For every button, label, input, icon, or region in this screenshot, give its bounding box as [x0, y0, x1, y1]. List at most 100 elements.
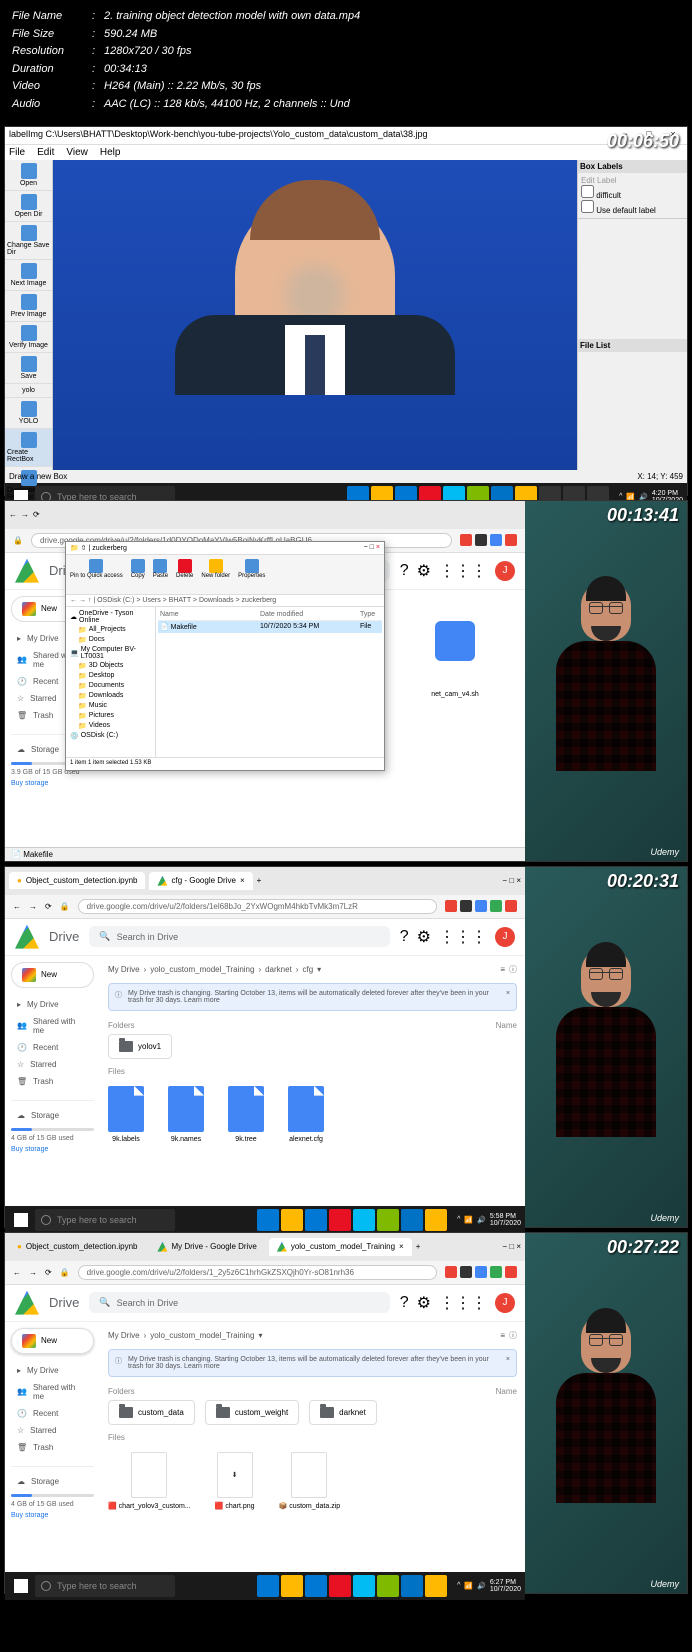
tree-item[interactable]: 📁 Docs — [68, 635, 153, 645]
search-box[interactable]: Type here to search — [35, 1575, 175, 1597]
ext-icon[interactable] — [475, 1266, 487, 1278]
new-tab-button[interactable]: + — [416, 1242, 421, 1251]
tree-item[interactable]: 📁 Videos — [68, 721, 153, 731]
file-item[interactable]: alexnet.cfg — [288, 1086, 324, 1143]
change-save-dir-button[interactable]: Change Save Dir — [5, 222, 52, 260]
task-icon[interactable] — [329, 1575, 351, 1597]
explorer-address[interactable]: ← → ↑ | OSDisk (C:) > Users > BHATT > Do… — [66, 595, 384, 607]
minimize-button[interactable]: − — [364, 544, 368, 551]
editor-tab[interactable]: Makefile — [23, 850, 53, 859]
settings-icon[interactable]: ⚙ — [417, 561, 431, 581]
buy-storage-link[interactable]: Buy storage — [11, 1146, 94, 1153]
difficult-checkbox[interactable] — [581, 185, 594, 198]
file-item[interactable]: 9k.names — [168, 1086, 204, 1143]
task-icon[interactable] — [425, 1575, 447, 1597]
file-item[interactable]: 9k.tree — [228, 1086, 264, 1143]
ext-icon[interactable] — [490, 900, 502, 912]
sidebar-recent[interactable]: 🕐 Recent — [11, 1405, 94, 1422]
breadcrumb-item[interactable]: yolo_custom_model_Training — [150, 965, 254, 974]
ext-icon[interactable] — [460, 1266, 472, 1278]
breadcrumb-item[interactable]: My Drive — [108, 965, 140, 974]
save-button[interactable]: Save — [5, 353, 52, 384]
create-rectbox-button[interactable]: Create RectBox — [5, 429, 52, 467]
tree-item[interactable]: 📁 Music — [68, 701, 153, 711]
drive-search[interactable]: 🔍Search in Drive — [89, 926, 389, 947]
ribbon-button[interactable]: New folder — [199, 557, 232, 592]
apps-icon[interactable]: ⋮⋮⋮ — [439, 561, 487, 581]
file-row[interactable]: 📄 Makefile 10/7/2020 5:34 PM File — [158, 621, 382, 633]
tree-item[interactable]: 📁 Pictures — [68, 711, 153, 721]
task-icon[interactable] — [281, 1575, 303, 1597]
folder-item[interactable]: custom_data — [108, 1400, 195, 1425]
tree-item[interactable]: 📁 Desktop — [68, 671, 153, 681]
start-button[interactable] — [9, 1208, 33, 1232]
browser-tab[interactable]: My Drive - Google Drive — [149, 1238, 264, 1256]
next-image-button[interactable]: Next Image — [5, 260, 52, 291]
info-icon[interactable]: ⓘ — [509, 1330, 517, 1341]
task-icon[interactable] — [353, 1575, 375, 1597]
ext-icon[interactable] — [475, 900, 487, 912]
ribbon-button[interactable]: Copy — [129, 557, 147, 592]
sidebar-my-drive[interactable]: ▸ My Drive — [11, 1362, 94, 1379]
minimize-button[interactable]: − — [502, 876, 507, 885]
task-icon[interactable] — [353, 1209, 375, 1231]
breadcrumb-item[interactable]: darknet — [265, 965, 292, 974]
avatar[interactable]: J — [495, 1293, 515, 1313]
folder-item[interactable]: yolov1 — [108, 1034, 172, 1059]
ext-icon[interactable] — [460, 534, 472, 546]
ribbon-button[interactable]: Paste — [151, 557, 170, 592]
buy-storage-link[interactable]: Buy storage — [11, 1512, 94, 1519]
task-icon[interactable] — [257, 1209, 279, 1231]
maximize-button[interactable]: □ — [509, 1242, 514, 1251]
menu-view[interactable]: View — [66, 147, 88, 158]
task-icon[interactable] — [401, 1575, 423, 1597]
task-icon[interactable] — [377, 1209, 399, 1231]
task-icon[interactable] — [257, 1575, 279, 1597]
ext-icon[interactable] — [490, 1266, 502, 1278]
tree-item[interactable]: 💿 OSDisk (C:) — [68, 731, 153, 741]
yolo-button[interactable]: YOLO — [5, 398, 52, 429]
browser-tab[interactable]: yolo_custom_model_Training × — [269, 1238, 412, 1256]
sidebar-trash[interactable]: 🗑 Trash — [11, 1073, 94, 1090]
apps-icon[interactable]: ⋮⋮⋮ — [439, 1293, 487, 1313]
ext-icon[interactable] — [505, 534, 517, 546]
tree-item[interactable]: ☁ OneDrive - Tyson Online — [68, 609, 153, 625]
search-box[interactable]: Type here to search — [35, 1209, 175, 1231]
start-button[interactable] — [9, 1574, 33, 1598]
ext-icon[interactable] — [505, 900, 517, 912]
task-icon[interactable] — [377, 1575, 399, 1597]
use-default-checkbox[interactable] — [581, 200, 594, 213]
tree-item[interactable]: 📁 Downloads — [68, 691, 153, 701]
task-icon[interactable] — [305, 1209, 327, 1231]
task-icon[interactable] — [329, 1209, 351, 1231]
sidebar-starred[interactable]: ☆ Starred — [11, 1422, 94, 1439]
breadcrumb-item[interactable]: My Drive — [108, 1331, 140, 1340]
ribbon-button[interactable]: Pin to Quick access — [68, 557, 125, 592]
ext-icon[interactable] — [460, 900, 472, 912]
file-item[interactable]: ⬇🟥 chart.png — [215, 1452, 255, 1510]
list-view-icon[interactable]: ≡ — [500, 965, 505, 974]
new-button[interactable]: New — [11, 962, 94, 988]
folder-item[interactable]: custom_weight — [205, 1400, 299, 1425]
maximize-button[interactable]: □ — [370, 544, 374, 551]
close-banner-button[interactable]: × — [506, 1356, 510, 1370]
task-icon[interactable] — [281, 1209, 303, 1231]
image-canvas[interactable] — [53, 160, 577, 470]
sidebar-shared[interactable]: 👥 Shared with me — [11, 1379, 94, 1405]
help-icon[interactable]: ? — [400, 1294, 409, 1312]
ext-icon[interactable] — [490, 534, 502, 546]
browser-tab[interactable]: ●Object_custom_detection.ipynb — [9, 872, 145, 889]
menu-edit[interactable]: Edit — [37, 147, 54, 158]
system-tray[interactable]: ^📶🔊 5:58 PM10/7/2020 — [457, 1213, 521, 1227]
tree-item[interactable]: 📁 3D Objects — [68, 661, 153, 671]
ext-icon[interactable] — [505, 1266, 517, 1278]
settings-icon[interactable]: ⚙ — [417, 927, 431, 947]
url-input[interactable]: drive.google.com/drive/u/2/folders/1el68… — [78, 899, 437, 914]
buy-storage-link[interactable]: Buy storage — [11, 780, 94, 787]
browser-tab[interactable]: ●Object_custom_detection.ipynb — [9, 1238, 145, 1255]
new-button[interactable]: New — [11, 1328, 94, 1354]
browser-tab[interactable]: cfg - Google Drive × — [149, 872, 252, 890]
system-tray[interactable]: ^📶🔊 6:27 PM10/7/2020 — [457, 1579, 521, 1593]
close-button[interactable]: × — [376, 544, 380, 551]
ribbon-button[interactable]: Delete — [174, 557, 195, 592]
